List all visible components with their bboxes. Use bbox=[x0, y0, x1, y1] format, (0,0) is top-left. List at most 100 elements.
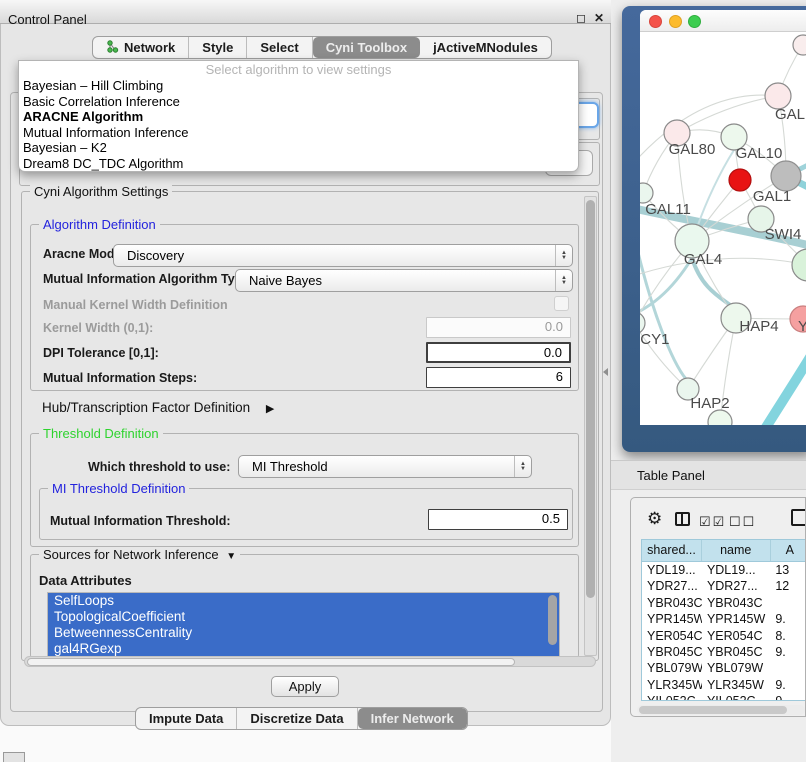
tab-network-label: Network bbox=[124, 40, 175, 55]
panel-divider-arrow-icon[interactable] bbox=[603, 368, 608, 376]
network-node-label: GAL bbox=[775, 106, 805, 123]
node-attribute-table[interactable]: shared...nameA YDL19...YDL19...13YDR27..… bbox=[641, 539, 806, 701]
zoom-window-icon[interactable] bbox=[688, 15, 701, 28]
mi-steps-field[interactable]: 6 bbox=[426, 367, 571, 388]
table-cell: YPR145W bbox=[702, 611, 770, 627]
settings-vertical-scrollbar[interactable] bbox=[584, 196, 597, 656]
network-node[interactable] bbox=[793, 35, 806, 55]
close-panel-icon[interactable]: ✕ bbox=[594, 11, 604, 25]
popup-placeholder-text: Select algorithm to view settings bbox=[19, 61, 578, 78]
settings-horizontal-scrollbar-thumb[interactable] bbox=[27, 658, 515, 666]
table-cell: 9 bbox=[770, 693, 806, 701]
tab-cyni-toolbox[interactable]: Cyni Toolbox bbox=[313, 37, 420, 58]
clear-all-checkboxes-icon[interactable]: ☐☐ bbox=[729, 513, 756, 530]
table-row[interactable]: YIL052CYIL052C9 bbox=[642, 693, 806, 701]
table-cell: YBR045C bbox=[642, 644, 702, 660]
kernel-width-label: Kernel Width (0,1): bbox=[43, 321, 153, 335]
table-row[interactable]: YBR043CYBR043C bbox=[642, 595, 806, 611]
network-node[interactable] bbox=[792, 249, 806, 281]
tab-infer-network[interactable]: Infer Network bbox=[358, 708, 467, 729]
table-row[interactable]: YBR045CYBR045C9. bbox=[642, 644, 806, 660]
data-attribute-item[interactable]: SelfLoops bbox=[48, 593, 559, 609]
aracne-mode-combobox[interactable]: Discovery ▲▼ bbox=[113, 244, 573, 267]
mi-type-combobox[interactable]: Naive Bayes ▲▼ bbox=[235, 269, 573, 292]
mi-threshold-group: MI Threshold Definition Mutual Informati… bbox=[39, 488, 573, 540]
network-node[interactable] bbox=[708, 410, 732, 425]
data-attribute-item[interactable]: gal4RGexp bbox=[48, 641, 559, 657]
collapse-arrow-icon: ▼ bbox=[226, 551, 236, 562]
control-panel-titlebar[interactable] bbox=[0, 0, 611, 24]
minimized-panel-icon[interactable] bbox=[3, 752, 25, 762]
network-window-titlebar[interactable] bbox=[640, 10, 806, 32]
sources-group-title[interactable]: Sources for Network Inference ▼ bbox=[39, 547, 240, 562]
table-cell: YBR045C bbox=[702, 644, 770, 660]
table-cell: YDR27... bbox=[642, 578, 702, 594]
column-layout-icon[interactable] bbox=[675, 512, 690, 526]
table-horizontal-scrollbar[interactable] bbox=[637, 705, 805, 715]
table-column-header[interactable]: name bbox=[702, 540, 771, 561]
tab-network[interactable]: Network bbox=[93, 37, 189, 58]
network-node[interactable] bbox=[771, 161, 801, 191]
table-row[interactable]: YPR145WYPR145W9. bbox=[642, 611, 806, 627]
dpi-tolerance-label: DPI Tolerance [0,1]: bbox=[43, 346, 159, 360]
table-column-header[interactable]: A bbox=[771, 540, 806, 561]
table-row[interactable]: YLR345WYLR345W9. bbox=[642, 677, 806, 693]
which-threshold-label: Which threshold to use: bbox=[88, 460, 230, 474]
hub-definition-expander[interactable]: Hub/Transcription Factor Definition ▶ bbox=[42, 400, 274, 415]
table-row[interactable]: YER054CYER054C8. bbox=[642, 628, 806, 644]
tab-cyni-toolbox-label: Cyni Toolbox bbox=[326, 40, 407, 55]
float-window-icon[interactable]: ◻ bbox=[576, 11, 578, 25]
network-node[interactable] bbox=[729, 169, 751, 191]
close-window-icon[interactable] bbox=[649, 15, 662, 28]
gear-icon[interactable]: ⚙ bbox=[647, 510, 662, 527]
table-cell: YBL079W bbox=[702, 660, 770, 676]
which-threshold-combobox[interactable]: MI Threshold ▲▼ bbox=[238, 455, 532, 478]
apply-button[interactable]: Apply bbox=[271, 676, 339, 697]
tab-select[interactable]: Select bbox=[247, 37, 312, 58]
table-cell bbox=[770, 660, 806, 676]
popup-algorithm-item[interactable]: Mutual Information Inference bbox=[19, 125, 578, 141]
new-table-icon[interactable] bbox=[791, 509, 806, 526]
mi-steps-label: Mutual Information Steps: bbox=[43, 371, 197, 385]
popup-algorithm-item[interactable]: Dream8 DC_TDC Algorithm bbox=[19, 156, 578, 172]
manual-kernel-checkbox[interactable] bbox=[554, 296, 569, 311]
kernel-width-field[interactable]: 0.0 bbox=[426, 317, 571, 338]
popup-algorithm-item[interactable]: Bayesian – Hill Climbing bbox=[19, 78, 578, 94]
dpi-tolerance-field[interactable]: 0.0 bbox=[426, 342, 571, 363]
table-cell: YDL19... bbox=[702, 562, 770, 578]
algorithm-popup-list: Bayesian – Hill ClimbingBasic Correlatio… bbox=[19, 78, 578, 172]
tab-style[interactable]: Style bbox=[189, 37, 247, 58]
data-attribute-item[interactable]: TopologicalCoefficient bbox=[48, 609, 559, 625]
popup-algorithm-item[interactable]: ARACNE Algorithm bbox=[19, 109, 578, 125]
bottom-tabbar: Impute Data Discretize Data Infer Networ… bbox=[135, 707, 468, 730]
table-row[interactable]: YDL19...YDL19...13 bbox=[642, 562, 806, 578]
popup-algorithm-item[interactable]: Basic Correlation Inference bbox=[19, 94, 578, 110]
network-edge[interactable] bbox=[752, 354, 806, 425]
tab-jactivemnodules[interactable]: jActiveMNodules bbox=[420, 37, 551, 58]
table-cell: 13 bbox=[770, 562, 806, 578]
table-row[interactable]: YDR27...YDR27...12 bbox=[642, 578, 806, 594]
settings-vertical-scrollbar-thumb[interactable] bbox=[586, 200, 595, 598]
network-node-label: GCY1 bbox=[640, 331, 669, 348]
network-view-canvas[interactable]: GALGAL80GAL10GAL1GAL11SWI4GAL4GCY1HAP4YH… bbox=[640, 32, 806, 425]
tab-impute-data[interactable]: Impute Data bbox=[136, 708, 237, 729]
table-cell: YBR043C bbox=[642, 595, 702, 611]
data-attributes-list[interactable]: SelfLoopsTopologicalCoefficientBetweenne… bbox=[47, 592, 560, 658]
network-node-label: GAL10 bbox=[736, 145, 783, 162]
table-horizontal-scrollbar-thumb[interactable] bbox=[639, 706, 787, 714]
data-attribute-item[interactable]: BetweennessCentrality bbox=[48, 625, 559, 641]
table-column-header[interactable]: shared... bbox=[642, 540, 702, 561]
table-cell: 12 bbox=[770, 578, 806, 594]
network-node[interactable] bbox=[640, 183, 653, 203]
cyni-settings-title: Cyni Algorithm Settings bbox=[30, 184, 172, 199]
table-row[interactable]: YBL079WYBL079W bbox=[642, 660, 806, 676]
network-node-label: GAL1 bbox=[753, 188, 791, 205]
select-all-checkboxes-icon[interactable]: ☑☑ bbox=[699, 513, 726, 530]
mi-threshold-field[interactable]: 0.5 bbox=[428, 509, 568, 530]
popup-algorithm-item[interactable]: Bayesian – K2 bbox=[19, 140, 578, 156]
mi-type-label: Mutual Information Algorithm Type: bbox=[43, 272, 253, 286]
minimize-window-icon[interactable] bbox=[669, 15, 682, 28]
tab-discretize-data[interactable]: Discretize Data bbox=[237, 708, 357, 729]
attributes-list-scrollbar[interactable] bbox=[548, 595, 557, 645]
settings-horizontal-scrollbar[interactable] bbox=[24, 656, 596, 667]
